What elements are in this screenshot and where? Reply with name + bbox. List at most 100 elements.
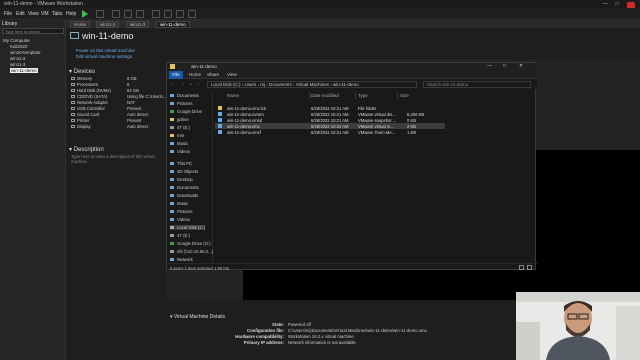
device-name: CD/DVD (SATA) xyxy=(77,94,108,99)
videos-icon xyxy=(170,150,174,154)
device-network-adapter[interactable]: Network Adapter NAT xyxy=(71,100,135,105)
recent-chevron-icon[interactable]: ⌄ xyxy=(189,81,193,87)
nav-item[interactable]: Network xyxy=(170,257,193,262)
explorer-close-button[interactable]: ✕ xyxy=(519,63,523,69)
device-sound-card[interactable]: Sound Card Auto detect xyxy=(71,112,148,117)
device-cd-dvd[interactable]: CD/DVD (SATA) Using file C:\Users\... xyxy=(71,94,166,99)
nav-item[interactable]: nfs (\\10.10.60.2...) xyxy=(170,249,213,254)
device-name: Memory xyxy=(77,76,93,81)
device-hard-disk[interactable]: Hard Disk (NVMe) 64 GB xyxy=(71,88,139,93)
nav-item[interactable]: mm xyxy=(170,133,184,138)
library-search-input[interactable]: Type here to search xyxy=(2,28,64,34)
devices-header[interactable]: ▾ Devices xyxy=(69,68,95,75)
nav-item[interactable]: Downloads xyxy=(170,193,198,198)
nav-item-selected[interactable]: Local Disk (C:) xyxy=(170,225,206,230)
fullscreen-icon[interactable] xyxy=(152,10,160,18)
device-printer[interactable]: Printer Present xyxy=(71,118,141,123)
menu-edit[interactable]: Edit xyxy=(16,11,25,17)
nav-item[interactable]: Music xyxy=(170,201,188,206)
tree-item-kali2022[interactable]: Kali2022 xyxy=(10,44,28,49)
column-type[interactable]: Type xyxy=(358,93,368,98)
forward-arrow-icon[interactable]: → xyxy=(180,81,185,87)
tree-item-win11-2[interactable]: win11-2 xyxy=(10,56,25,61)
tree-item-win11-3[interactable]: win11-3 xyxy=(10,62,25,67)
tree-item-my-computer[interactable]: My Computer xyxy=(3,38,30,43)
minimize-button[interactable]: — xyxy=(600,0,610,8)
power-on-icon[interactable] xyxy=(82,10,88,18)
file-row[interactable]: win-11-demo.vmxf 6/28/2022 10:21 AM VMwa… xyxy=(215,129,445,135)
nav-label: 4T (E:) xyxy=(177,125,191,130)
console-view-icon[interactable] xyxy=(176,10,184,18)
menu-bar: File Edit View VM Tabs Help xyxy=(0,8,640,20)
file-name: win-11-demo.vmx.lck xyxy=(227,105,267,111)
column-name[interactable]: Name xyxy=(227,93,239,98)
tab-win11-2[interactable]: win11-2 xyxy=(96,21,120,28)
nav-item[interactable]: gdrive xyxy=(170,117,189,122)
manage-snapshots-icon[interactable] xyxy=(136,10,144,18)
explorer-search-input[interactable]: Search win-11-demo xyxy=(423,81,531,88)
up-arrow-icon[interactable]: ↑ xyxy=(197,81,200,87)
nav-label: Pictures xyxy=(177,209,193,214)
nav-item[interactable]: Pictures xyxy=(170,209,193,214)
drive-icon xyxy=(170,234,174,238)
details-view-icon[interactable] xyxy=(519,265,524,270)
column-date-modified[interactable]: Date modified xyxy=(311,93,339,98)
this-pc-icon xyxy=(170,162,174,166)
file-name: win-11-demo.nvram xyxy=(227,111,264,117)
ribbon-tab-home[interactable]: Home xyxy=(189,72,201,77)
explorer-minimize-button[interactable]: — xyxy=(487,63,492,69)
description-input[interactable]: Type here to enter a description of this… xyxy=(71,154,159,164)
device-value: NAT xyxy=(127,100,136,105)
details-header[interactable]: ▾ Virtual Machine Details xyxy=(170,314,225,320)
nav-item[interactable]: Videos xyxy=(170,149,190,154)
maximize-button[interactable]: □ xyxy=(612,0,622,8)
large-icons-view-icon[interactable] xyxy=(527,265,532,270)
nav-item[interactable]: Music xyxy=(170,141,188,146)
nav-item[interactable]: 3D Objects xyxy=(170,169,198,174)
nav-item[interactable]: Documents xyxy=(170,93,199,98)
power-on-link[interactable]: Power on this virtual machine xyxy=(76,48,135,53)
stretch-icon[interactable] xyxy=(188,10,196,18)
unity-icon[interactable] xyxy=(164,10,172,18)
nav-item[interactable]: Desktop xyxy=(170,177,193,182)
google-drive-icon xyxy=(170,110,174,114)
menu-view[interactable]: View xyxy=(28,11,39,17)
device-usb-controller[interactable]: USB Controller Present xyxy=(71,106,141,111)
vm-icon xyxy=(70,32,79,39)
tab-win11-3[interactable]: win11-3 xyxy=(126,21,150,28)
edit-settings-link[interactable]: Edit virtual machine settings xyxy=(76,54,132,59)
explorer-maximize-button[interactable]: □ xyxy=(503,63,506,69)
menu-tabs[interactable]: Tabs xyxy=(52,11,63,17)
suspend-icon[interactable] xyxy=(96,10,104,18)
device-processors[interactable]: Processors 8 xyxy=(71,82,129,87)
nav-item[interactable]: Documents xyxy=(170,185,199,190)
nav-item[interactable]: Videos xyxy=(170,217,190,222)
tab-win-11-demo[interactable]: win-11-demo xyxy=(156,21,190,28)
menu-help[interactable]: Help xyxy=(66,11,76,17)
menu-file[interactable]: File xyxy=(4,11,12,17)
nav-item[interactable]: Google Drive (G:) xyxy=(170,241,211,246)
tab-home[interactable]: Home xyxy=(70,21,91,28)
nav-item[interactable]: Google Drive xyxy=(170,109,202,114)
description-header[interactable]: ▾ Description xyxy=(69,146,104,153)
back-arrow-icon[interactable]: ← xyxy=(171,81,176,87)
file-name: win-11-demo.vmxf xyxy=(227,129,261,135)
revert-icon[interactable] xyxy=(124,10,132,18)
tree-item-win10-template[interactable]: win10-template xyxy=(10,50,41,55)
address-bar[interactable]: Local Disk (C:) › Users › mj › Documents… xyxy=(207,81,417,88)
nav-item[interactable]: Pictures xyxy=(170,101,193,106)
ribbon-tab-share[interactable]: Share xyxy=(207,72,219,77)
ribbon-tab-view[interactable]: View xyxy=(227,72,237,77)
tree-item-win-11-demo[interactable]: win-11-demo xyxy=(10,68,38,73)
nav-item[interactable]: 4T (E:) xyxy=(170,125,190,130)
nav-item[interactable]: 4T (E:) xyxy=(170,233,190,238)
snapshot-icon[interactable] xyxy=(112,10,120,18)
menu-vm[interactable]: VM xyxy=(41,11,49,17)
file-icon xyxy=(218,129,222,134)
nav-item[interactable]: This PC xyxy=(170,161,192,166)
device-display[interactable]: Display Auto detect xyxy=(71,124,148,129)
column-divider xyxy=(355,92,356,99)
device-memory[interactable]: Memory 8 GB xyxy=(71,76,137,81)
column-size[interactable]: Size xyxy=(400,93,409,98)
ribbon-tab-file[interactable]: File xyxy=(169,71,183,79)
